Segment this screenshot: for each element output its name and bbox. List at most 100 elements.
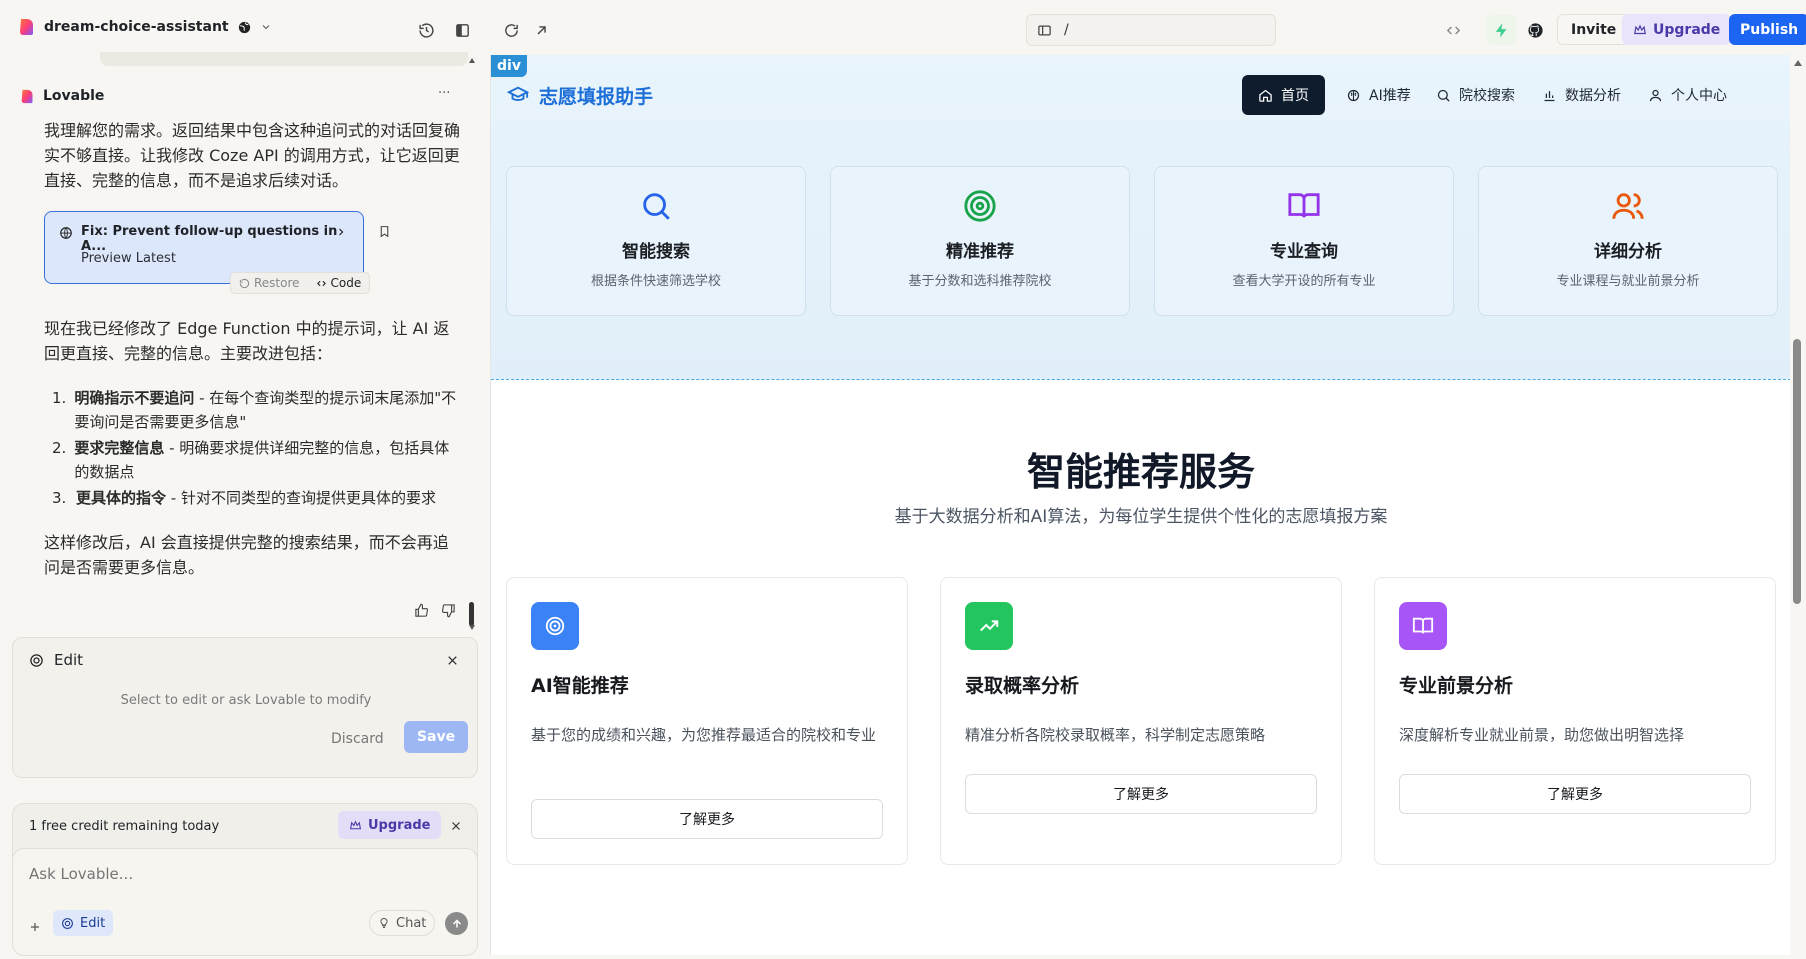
- list-item-bold: 要求完整信息: [74, 439, 165, 457]
- list-item: 2. 要求完整信息 - 明确要求提供详细完整的信息，包括具体的数据点: [52, 436, 464, 484]
- edit-panel-hint: Select to edit or ask Lovable to modify: [120, 693, 372, 708]
- nav-school-search[interactable]: 院校搜索: [1420, 75, 1531, 115]
- commit-title: Fix: Prevent follow-up questions in A...: [81, 224, 338, 254]
- sidebar-icon: [455, 23, 469, 37]
- publish-button[interactable]: Publish: [1729, 14, 1806, 45]
- feature-title: 智能搜索: [622, 242, 690, 262]
- code-view-button[interactable]: [1438, 15, 1468, 45]
- feature-card-search[interactable]: 智能搜索 根据条件快速筛选学校: [506, 166, 806, 316]
- code-button[interactable]: Code: [308, 276, 370, 290]
- target-icon: [30, 654, 43, 667]
- plus-icon: [31, 923, 39, 931]
- chat-mode-toggle[interactable]: Chat: [369, 910, 436, 936]
- learn-more-button[interactable]: 了解更多: [1399, 774, 1751, 814]
- edit-panel-title: Edit: [54, 651, 84, 669]
- close-icon[interactable]: [446, 654, 459, 667]
- feature-desc: 基于分数和选科推荐院校: [908, 274, 1052, 289]
- edit-panel: Edit Select to edit or ask Lovable to mo…: [12, 637, 478, 778]
- credit-upgrade-button[interactable]: Upgrade: [338, 811, 442, 839]
- nav-data-analysis[interactable]: 数据分析: [1526, 75, 1637, 115]
- history-button[interactable]: [411, 15, 441, 45]
- upgrade-button[interactable]: Upgrade: [1622, 14, 1732, 45]
- preview-scrollbar[interactable]: [1792, 55, 1802, 955]
- element-badge: div: [491, 55, 527, 77]
- arrow-up-icon: [452, 918, 461, 927]
- code-label: Code: [330, 276, 362, 290]
- github-button[interactable]: [1520, 15, 1550, 45]
- book-icon: [1412, 617, 1434, 634]
- home-icon: [1259, 89, 1272, 102]
- credit-upgrade-label: Upgrade: [368, 817, 431, 833]
- feature-desc: 专业课程与就业前景分析: [1556, 274, 1700, 289]
- chat-scrollbar[interactable]: [468, 58, 476, 635]
- list-item-text: - 针对不同类型的查询提供更具体的要求: [166, 489, 436, 507]
- learn-more-button[interactable]: 了解更多: [965, 774, 1317, 814]
- url-bar[interactable]: /: [1026, 14, 1276, 46]
- edit-mode-toggle[interactable]: Edit: [53, 910, 114, 936]
- supabase-button[interactable]: [1486, 15, 1516, 45]
- restore-icon: [239, 278, 250, 288]
- page-icon: [1038, 25, 1051, 35]
- site-brand[interactable]: 志愿填报助手: [507, 75, 653, 115]
- section-title: 智能推荐服务: [1026, 450, 1255, 494]
- learn-more-button[interactable]: 了解更多: [531, 799, 883, 839]
- brain-icon: [1347, 89, 1360, 101]
- book-icon: [1288, 193, 1320, 218]
- service-icon-box: [965, 602, 1013, 650]
- supabase-icon: [1495, 22, 1506, 38]
- message-menu-button[interactable]: ···: [438, 86, 450, 101]
- code-icon: [316, 280, 326, 286]
- upgrade-label: Upgrade: [1653, 21, 1721, 38]
- chevron-down-icon: [262, 25, 269, 30]
- scroll-down-arrow[interactable]: [469, 625, 475, 630]
- open-external-button[interactable]: [526, 15, 556, 45]
- scroll-up-arrow[interactable]: [469, 58, 475, 63]
- target-icon: [545, 616, 565, 636]
- lovable-logo-icon: [21, 89, 33, 103]
- list-item-bold: 明确指示不要追问: [74, 389, 195, 407]
- scroll-up-arrow[interactable]: [1794, 60, 1802, 66]
- nav-profile[interactable]: 个人中心: [1632, 75, 1743, 115]
- scroll-thumb[interactable]: [469, 602, 474, 626]
- nav-home[interactable]: 首页: [1242, 75, 1325, 115]
- scroll-thumb[interactable]: [1793, 339, 1801, 604]
- feature-card-recommend[interactable]: 精准推荐 基于分数和选科推荐院校: [830, 166, 1130, 316]
- invite-button[interactable]: Invite: [1557, 14, 1631, 45]
- assistant-message-2: 现在我已经修改了 Edge Function 中的提示词，让 AI 返回更直接、…: [44, 319, 450, 363]
- service-icon-box: [531, 602, 579, 650]
- commit-subtitle[interactable]: Preview Latest: [81, 251, 176, 266]
- feature-title: 专业查询: [1270, 242, 1338, 262]
- project-selector[interactable]: dream-choice-assistant: [18, 18, 272, 36]
- service-desc: 精准分析各院校录取概率，科学制定志愿策略: [965, 726, 1266, 744]
- discard-button[interactable]: Discard: [331, 731, 384, 747]
- list-item-bold: 更具体的指令: [76, 489, 167, 507]
- user-icon: [1649, 89, 1662, 101]
- bar-chart-icon: [1544, 90, 1555, 101]
- composer-input[interactable]: [29, 861, 459, 887]
- save-button[interactable]: Save: [404, 721, 468, 753]
- thumbs-down-icon[interactable]: [441, 603, 456, 618]
- code-icon: [1446, 25, 1460, 35]
- nav-ai-recommend-label: AI推荐: [1369, 88, 1411, 104]
- lovable-logo-icon: [20, 19, 33, 35]
- service-icon-box: [1399, 602, 1447, 650]
- restore-button[interactable]: Restore: [231, 276, 308, 290]
- add-attachment-button[interactable]: [29, 918, 41, 937]
- feature-card-major[interactable]: 专业查询 查看大学开设的所有专业: [1154, 166, 1454, 316]
- arrow-up-right-icon: [536, 25, 546, 35]
- refresh-button[interactable]: [496, 15, 526, 45]
- list-item: 3. 更具体的指令 - 针对不同类型的查询提供更具体的要求: [52, 486, 464, 510]
- thumbs-up-icon[interactable]: [414, 603, 429, 618]
- project-name: dream-choice-assistant: [44, 19, 229, 35]
- message-sender: Lovable: [20, 88, 104, 104]
- send-button[interactable]: [445, 912, 468, 935]
- bookmark-icon[interactable]: [378, 225, 391, 238]
- service-title: AI智能推荐: [531, 675, 629, 697]
- nav-ai-recommend[interactable]: AI推荐: [1330, 75, 1427, 115]
- service-title: 专业前景分析: [1399, 675, 1514, 697]
- close-icon[interactable]: [450, 820, 462, 832]
- toggle-sidebar-button[interactable]: [447, 15, 477, 45]
- list-number: 3.: [52, 489, 67, 507]
- service-card-prospects: 专业前景分析 深度解析专业就业前景，助您做出明智选择 了解更多: [1374, 577, 1776, 865]
- feature-card-analysis[interactable]: 详细分析 专业课程与就业前景分析: [1478, 166, 1778, 316]
